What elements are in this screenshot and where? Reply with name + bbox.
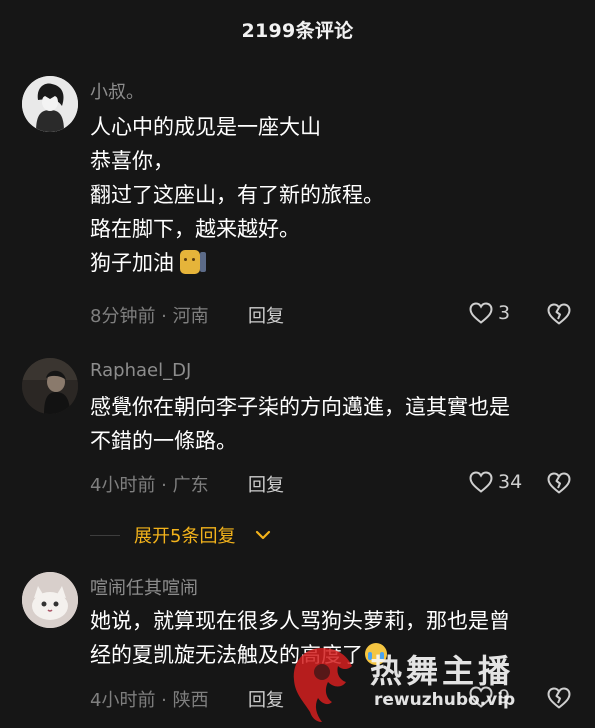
username[interactable]: Raphael_DJ [90, 360, 191, 381]
comment-text-line: 感覺你在朝向李子柒的方向邁進，這其實也是 [90, 395, 510, 419]
comment-text-line: 人心中的成见是一座大山 [90, 115, 321, 139]
time-location: 4小时前 · 广东 [90, 475, 209, 496]
watermark: 热舞主播 rewuzhubo.vip [278, 640, 595, 728]
divider [90, 535, 120, 536]
comment-meta: 8分钟前 · 河南 回复 3 [90, 298, 595, 328]
comments-header: 2199条评论 [0, 0, 595, 58]
dog-emoji [180, 250, 206, 274]
reply-button[interactable]: 回复 [248, 302, 284, 328]
username[interactable]: 小叔。 [90, 78, 144, 104]
comment-meta: 4小时前 · 广东 回复 34 [90, 467, 595, 497]
time-location: 4小时前 · 陕西 [90, 690, 209, 711]
username[interactable]: 喧闹任其喧闹 [90, 574, 198, 600]
comment-text: 感覺你在朝向李子柒的方向邁進，這其實也是 不錯的一條路。 [90, 390, 565, 458]
avatar[interactable] [22, 358, 78, 414]
comment-text-line: 恭喜你， [90, 149, 174, 173]
broken-heart-icon[interactable] [544, 467, 574, 497]
chevron-down-icon [255, 530, 271, 540]
comment-text-fragment: 狗子加油 [90, 251, 174, 275]
watermark-logo-icon [293, 648, 352, 722]
comment-count-title: 2199条评论 [241, 19, 354, 42]
comment-text-line: 不錯的一條路。 [90, 429, 237, 453]
comment-text-line-with-emoji: 狗子加油 [90, 246, 565, 280]
like-count: 3 [498, 302, 511, 324]
comment-text: 人心中的成见是一座大山 恭喜你， 翻过了这座山，有了新的旅程。 路在脚下，越来越… [90, 110, 565, 280]
like-button[interactable]: 3 [468, 298, 510, 328]
time-location: 8分钟前 · 河南 [90, 306, 209, 327]
avatar[interactable] [22, 76, 78, 132]
expand-replies-label: 展开5条回复 [134, 526, 236, 547]
expand-replies-button[interactable]: 展开5条回复 [90, 520, 390, 550]
watermark-url: rewuzhubo.vip [374, 690, 516, 710]
like-count: 34 [498, 471, 523, 493]
like-button[interactable]: 34 [468, 467, 522, 497]
broken-heart-icon[interactable] [544, 298, 574, 328]
comment-text-line: 路在脚下，越来越好。 [90, 217, 300, 241]
heart-icon [469, 471, 493, 493]
comment-text-line: 翻过了这座山，有了新的旅程。 [90, 183, 384, 207]
watermark-title: 热舞主播 [370, 652, 515, 690]
heart-icon [469, 302, 493, 324]
comment-item: 小叔。 人心中的成见是一座大山 恭喜你， 翻过了这座山，有了新的旅程。 路在脚下… [0, 76, 595, 336]
comment-text-line: 她说，就算现在很多人骂狗头萝莉，那也是曾 [90, 609, 510, 633]
comment-item: Raphael_DJ 感覺你在朝向李子柒的方向邁進，這其實也是 不錯的一條路。 … [0, 358, 595, 498]
avatar[interactable] [22, 572, 78, 628]
reply-button[interactable]: 回复 [248, 471, 284, 497]
